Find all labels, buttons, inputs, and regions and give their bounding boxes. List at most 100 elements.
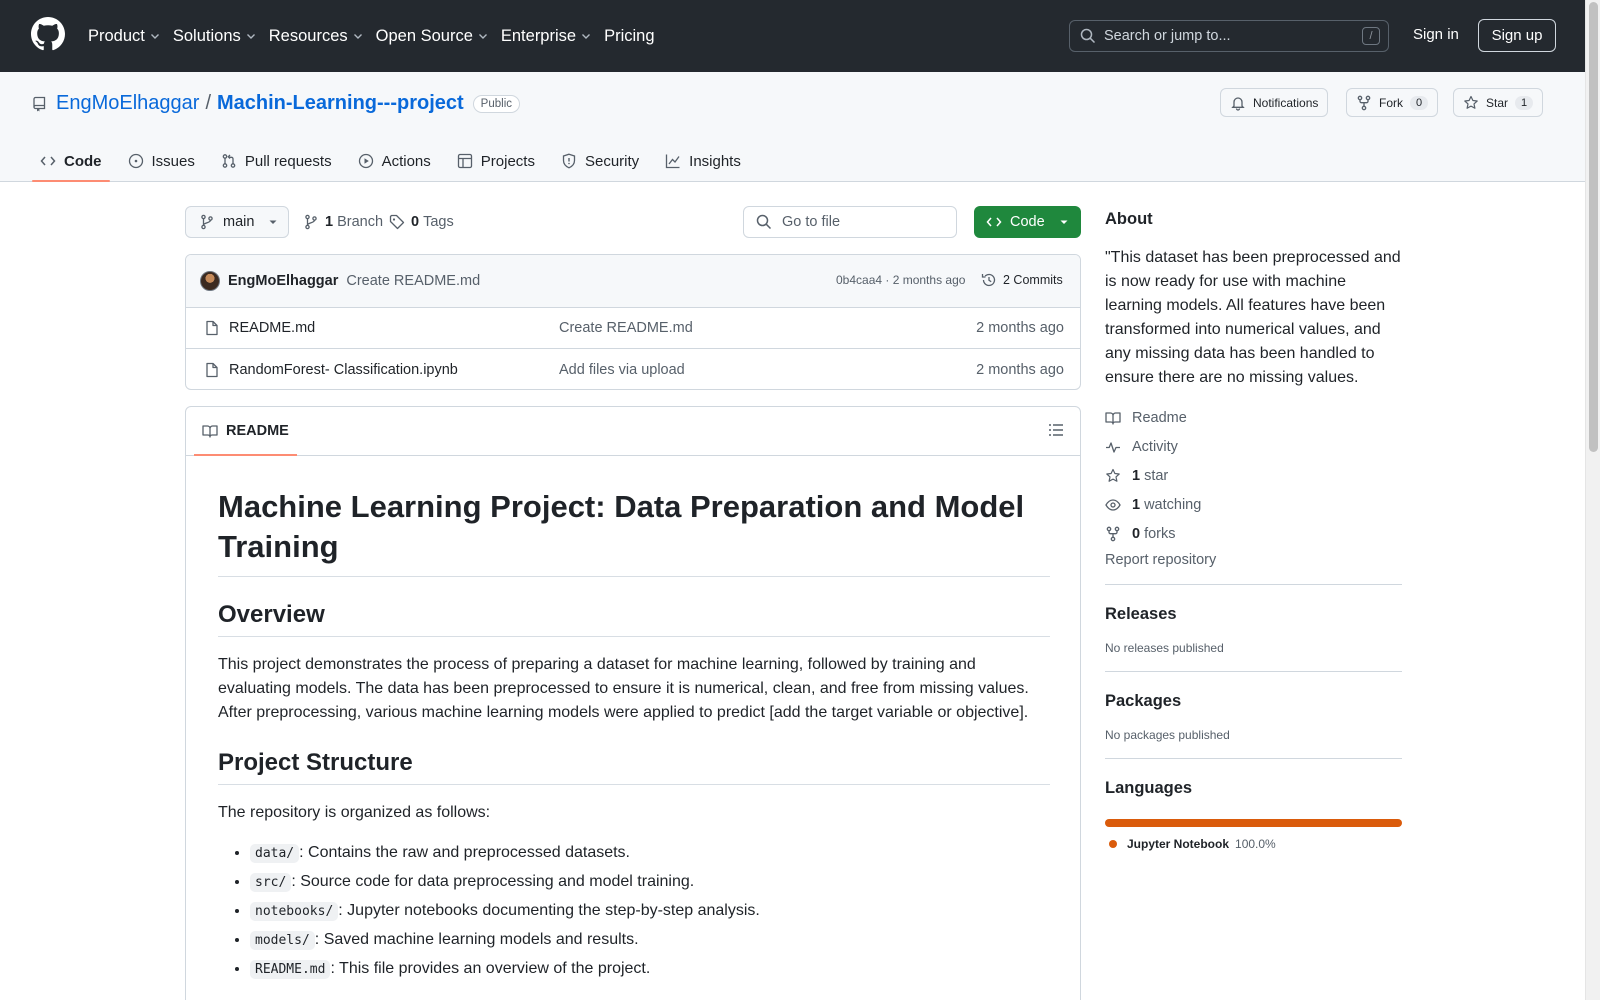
about-heading: About [1105,210,1153,228]
branch-name: main [223,214,255,230]
commits-history-link[interactable]: 2 Commits [981,272,1063,288]
search-shortcut-key: / [1362,27,1380,45]
readme-tab[interactable]: README [194,407,297,456]
list-item: README.md: This file provides an overvie… [250,957,1050,982]
nav-enterprise[interactable]: Enterprise [501,27,592,46]
github-logo-icon[interactable] [31,17,65,51]
file-row[interactable]: README.md Create README.md 2 months ago [186,308,1080,349]
file-name-link[interactable]: RandomForest- Classification.ipynb [229,362,458,378]
tag-count: 0 [411,214,420,230]
inline-code: data/ [250,844,300,863]
code-dropdown-button[interactable]: Code [974,206,1081,238]
top-navigation: Product Solutions Resources Open Source … [88,0,667,72]
packages-heading[interactable]: Packages [1105,692,1402,711]
sign-in-link[interactable]: Sign in [1413,26,1459,43]
go-to-file-input[interactable]: Go to file [743,206,957,238]
tab-issues[interactable]: Issues [120,142,203,180]
file-browser: EngMoElhaggar Create README.md 0b4caa4 ·… [185,254,1081,390]
fork-icon [1106,526,1120,541]
scrollbar-thumb[interactable] [1589,2,1598,452]
stars-link[interactable]: 1 star [1105,461,1402,490]
list-item-text: : Saved machine learning models and resu… [314,931,639,948]
list-item-text: : Jupyter notebooks documenting the step… [338,902,760,919]
commit-hash-time[interactable]: 0b4caa4 · 2 months ago [836,273,965,287]
star-button[interactable]: Star 1 [1453,88,1544,117]
forks-link[interactable]: 0 forks [1105,519,1402,548]
avatar[interactable] [200,271,220,291]
tab-label: Pull requests [244,152,332,170]
file-commit-message-link[interactable]: Create README.md [559,320,693,336]
tab-insights[interactable]: Insights [657,142,749,180]
tab-projects[interactable]: Projects [449,142,543,180]
book-icon [202,425,218,438]
file-name-link[interactable]: README.md [229,320,315,336]
graph-icon [666,154,680,169]
readme-link-label: Readme [1132,409,1187,426]
tags-link[interactable]: 0 Tags [389,214,454,230]
repo-icon [33,96,46,111]
inline-code: README.md [250,960,331,979]
report-repository-link[interactable]: Report repository [1105,552,1402,568]
page-scrollbar[interactable] [1585,0,1600,1000]
branch-selector-button[interactable]: main [185,206,289,238]
list-item-text: : This file provides an overview of the … [330,960,651,977]
branch-icon [305,214,317,230]
notifications-button[interactable]: Notifications [1220,88,1329,117]
search-placeholder: Search or jump to... [1104,28,1231,44]
branches-link[interactable]: 1 Branch [303,214,383,230]
repo-name-link[interactable]: Machin-Learning---project [217,92,464,115]
nav-open-source[interactable]: Open Source [376,27,489,46]
readme-header: README [186,407,1080,456]
repo-owner-link[interactable]: EngMoElhaggar [56,92,199,115]
tag-icon [389,214,405,230]
sign-up-button[interactable]: Sign up [1478,19,1556,52]
commit-author-link[interactable]: EngMoElhaggar [228,273,338,289]
tab-actions[interactable]: Actions [350,142,439,180]
file-commit-message-link[interactable]: Add files via upload [559,362,685,378]
language-percent: 100.0% [1235,837,1276,851]
latest-commit-row: EngMoElhaggar Create README.md 0b4caa4 ·… [186,255,1080,308]
tab-security[interactable]: Security [553,142,647,180]
file-commit-date: 2 months ago [976,361,1064,378]
repo-title-separator: / [205,92,211,114]
releases-heading[interactable]: Releases [1105,605,1402,624]
tab-label: Code [64,152,102,170]
repo-header: EngMoElhaggar / Machin-Learning---projec… [0,72,1585,182]
tab-pull-requests[interactable]: Pull requests [213,142,340,180]
list-item-text: : Source code for data preprocessing and… [291,873,695,890]
forks-count: 0 [1132,525,1141,542]
tag-count-label: Tags [423,214,454,230]
repo-title: EngMoElhaggar / Machin-Learning---projec… [32,92,520,115]
global-search-input[interactable]: Search or jump to... / [1069,20,1389,52]
commit-message-link[interactable]: Create README.md [346,273,480,289]
watchers-link[interactable]: 1 watching [1105,490,1402,519]
chevron-down-icon [353,34,362,39]
readme-link[interactable]: Readme [1105,403,1402,432]
code-icon [986,217,1002,227]
global-header: Product Solutions Resources Open Source … [0,0,1600,72]
nav-resources[interactable]: Resources [269,27,364,46]
tab-code[interactable]: Code [32,142,110,182]
table-of-contents-icon[interactable] [1048,422,1064,438]
fork-count: 0 [1410,95,1429,110]
tab-label: Insights [689,152,741,170]
releases-empty-text: No releases published [1105,641,1224,655]
search-icon [1080,28,1096,44]
issue-icon [128,153,143,169]
nav-pricing[interactable]: Pricing [604,27,654,46]
about-links: Readme Activity 1 star 1 watching 0 fork… [1105,403,1402,548]
nav-solutions[interactable]: Solutions [173,27,257,46]
language-item[interactable]: Jupyter Notebook 100.0% [1105,837,1402,851]
fork-button[interactable]: Fork 0 [1346,88,1439,117]
file-row[interactable]: RandomForest- Classification.ipynb Add f… [186,349,1080,389]
packages-section: Packages No packages published [1105,671,1402,742]
chevron-down-icon [246,34,255,39]
branch-count: 1 [325,214,334,230]
code-icon [40,156,56,166]
readme-title: Machine Learning Project: Data Preparati… [218,487,1050,577]
nav-label: Solutions [172,26,241,45]
language-color-dot [1109,840,1117,848]
nav-product[interactable]: Product [88,27,161,46]
play-icon [358,153,373,169]
activity-link[interactable]: Activity [1105,432,1402,461]
